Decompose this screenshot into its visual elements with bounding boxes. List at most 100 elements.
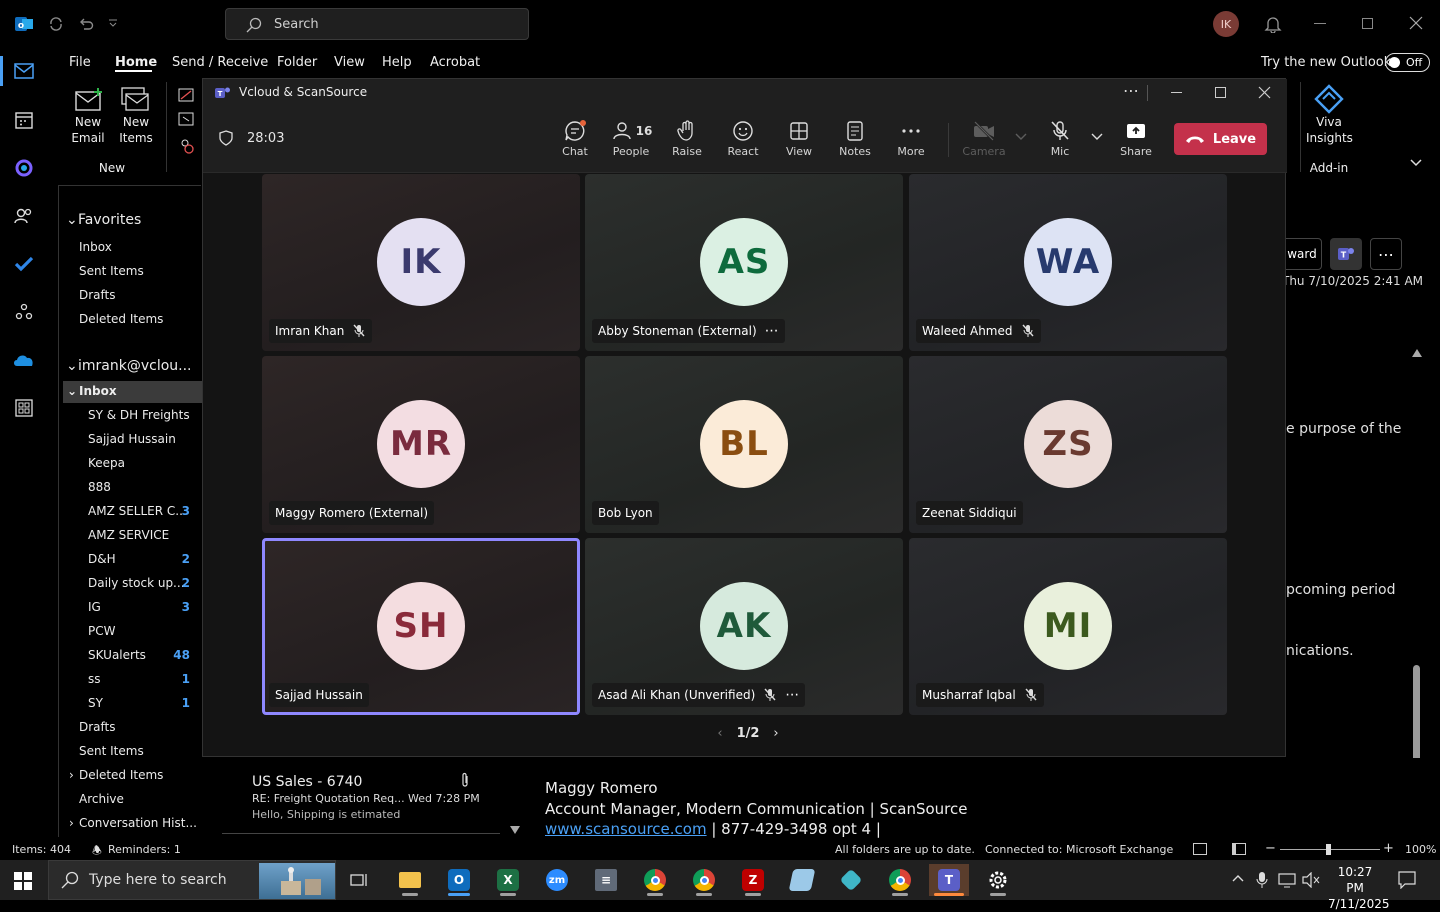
scroll-down-icon[interactable] (510, 826, 520, 834)
groups-icon[interactable] (8, 296, 40, 328)
notifications-icon[interactable] (1398, 871, 1416, 889)
search-input[interactable]: Search (225, 8, 529, 40)
folder-conversation-history[interactable]: › Conversation Hist... (69, 816, 197, 830)
react-button[interactable]: React (718, 119, 768, 158)
folder-deleted-items[interactable]: › Deleted Items (69, 768, 163, 782)
subfolder-item[interactable]: AMZ SERVICE (59, 528, 202, 548)
volume-muted-icon[interactable] (1302, 872, 1320, 888)
copilot-icon[interactable] (8, 152, 40, 184)
ignore-icon[interactable] (178, 88, 194, 102)
message-list-item[interactable]: US Sales - 6740 RE: Freight Quotation Re… (222, 758, 528, 837)
menu-view[interactable]: View (334, 55, 365, 70)
subfolder-item[interactable]: AMZ SELLER C... 3 (59, 504, 202, 524)
mail-list-scrollbar[interactable] (508, 758, 522, 837)
inbox-folder[interactable]: ⌄ Inbox (67, 384, 117, 398)
account-header[interactable]: ⌄imrank@vclou... (66, 358, 192, 374)
customize-toolbar-icon[interactable] (108, 18, 118, 28)
scroll-up-icon[interactable] (1412, 349, 1422, 357)
participant-more-icon[interactable]: ⋯ (765, 323, 779, 339)
filezilla-app-icon[interactable]: Z (733, 864, 773, 896)
teams-icon[interactable]: T (1330, 238, 1362, 270)
junk-icon[interactable] (178, 138, 194, 154)
participant-tile[interactable]: AK Asad Ali Khan (Unverified) ⋯ (585, 538, 903, 715)
people-button[interactable]: 16 People (606, 119, 656, 158)
chat-button[interactable]: Chat (550, 119, 600, 158)
teams-app-icon[interactable]: T (929, 864, 969, 896)
folder-drafts[interactable]: Drafts (79, 720, 116, 734)
onedrive-icon[interactable] (8, 344, 40, 376)
mail-icon[interactable] (8, 55, 40, 87)
excel-app-icon[interactable]: X (488, 864, 528, 896)
bell-icon[interactable] (1264, 15, 1282, 33)
menu-folder[interactable]: Folder (277, 55, 317, 70)
fav-deleted-items[interactable]: Deleted Items (79, 312, 163, 326)
minimize-icon[interactable] (1314, 23, 1326, 24)
subfolder-item[interactable]: ss 1 (59, 672, 202, 692)
signature-link[interactable]: www.scansource.com (545, 820, 707, 838)
reading-scrollbar[interactable] (1410, 349, 1424, 829)
camera-options-chevron-icon[interactable] (1015, 133, 1027, 141)
zoom-app-icon[interactable]: zm (537, 864, 577, 896)
todo-icon[interactable] (8, 248, 40, 280)
participant-tile[interactable]: AS Abby Stoneman (External) ⋯ (585, 174, 903, 351)
undo-icon[interactable] (78, 16, 94, 32)
teams-close-icon[interactable] (1258, 86, 1271, 99)
subfolder-item[interactable]: 888 (59, 480, 202, 500)
reminder-bell-icon[interactable]: 🕭 (92, 842, 102, 861)
taskbar-search[interactable]: Type here to search (48, 860, 336, 900)
viva-insights-button[interactable]: Viva Insights (1306, 84, 1353, 146)
view-button[interactable]: View (774, 119, 824, 158)
windows-start-icon[interactable] (14, 872, 32, 890)
people-icon[interactable] (8, 200, 40, 232)
close-icon[interactable] (1409, 16, 1423, 30)
participant-tile[interactable]: ZS Zeenat Siddiqui (909, 356, 1227, 533)
menu-acrobat[interactable]: Acrobat (430, 55, 480, 70)
normal-view-icon[interactable] (1193, 843, 1207, 855)
settings-app-icon[interactable] (978, 864, 1018, 896)
new-items-button[interactable]: New Items (114, 86, 158, 146)
apps-icon[interactable] (8, 392, 40, 424)
menu-send-receive[interactable]: Send / Receive (172, 55, 268, 70)
teams-maximize-icon[interactable] (1215, 87, 1226, 98)
zoom-slider[interactable] (1280, 844, 1380, 855)
participant-tile[interactable]: IK Imran Khan (262, 174, 580, 351)
calculator-app-icon[interactable]: ≡ (586, 864, 626, 896)
teams-minimize-icon[interactable] (1171, 92, 1182, 93)
participant-more-icon[interactable]: ⋯ (785, 687, 799, 703)
status-reminders[interactable]: Reminders: 1 (108, 843, 181, 856)
sync-icon[interactable] (48, 16, 64, 32)
fav-drafts[interactable]: Drafts (79, 288, 116, 302)
task-view-icon[interactable] (340, 864, 380, 896)
folder-sent-items[interactable]: Sent Items (79, 744, 144, 758)
share-button[interactable]: Share (1111, 119, 1161, 158)
subfolder-item[interactable]: D&H 2 (59, 552, 202, 572)
outlook-app-icon[interactable]: O (439, 864, 479, 896)
user-avatar[interactable]: IK (1213, 11, 1239, 37)
menu-help[interactable]: Help (382, 55, 412, 70)
shield-icon[interactable] (219, 130, 233, 146)
teams-more-options-icon[interactable]: ⋯ (1123, 81, 1139, 100)
notepad-app-icon[interactable] (782, 864, 822, 896)
chrome-app-icon[interactable] (635, 864, 675, 896)
zoom-thumb[interactable] (1326, 844, 1331, 855)
pager-prev-icon[interactable]: ‹ (717, 726, 722, 741)
calendar-icon[interactable] (8, 104, 40, 136)
more-actions-icon[interactable]: ⋯ (1370, 238, 1402, 270)
favorites-header[interactable]: ⌄Favorites (66, 212, 141, 228)
network-icon[interactable] (1278, 872, 1296, 888)
tray-chevron-up-icon[interactable] (1232, 873, 1244, 883)
zoom-in-icon[interactable]: + (1383, 841, 1394, 856)
subfolder-item[interactable]: Keepa (59, 456, 202, 476)
ribbon-collapse-icon[interactable] (1410, 158, 1422, 168)
camera-button[interactable]: Camera (959, 119, 1009, 158)
participant-tile[interactable]: WA Waleed Ahmed (909, 174, 1227, 351)
anydesk-app-icon[interactable] (831, 864, 871, 896)
raise-hand-button[interactable]: Raise (662, 119, 712, 158)
microphone-tray-icon[interactable] (1256, 871, 1268, 889)
subfolder-item[interactable]: Daily stock up... 2 (59, 576, 202, 596)
maximize-icon[interactable] (1362, 18, 1373, 29)
subfolder-item[interactable]: SY 1 (59, 696, 202, 716)
chrome-profile-app-icon[interactable] (684, 864, 724, 896)
folder-archive[interactable]: Archive (79, 792, 124, 806)
participant-tile[interactable]: BL Bob Lyon (585, 356, 903, 533)
